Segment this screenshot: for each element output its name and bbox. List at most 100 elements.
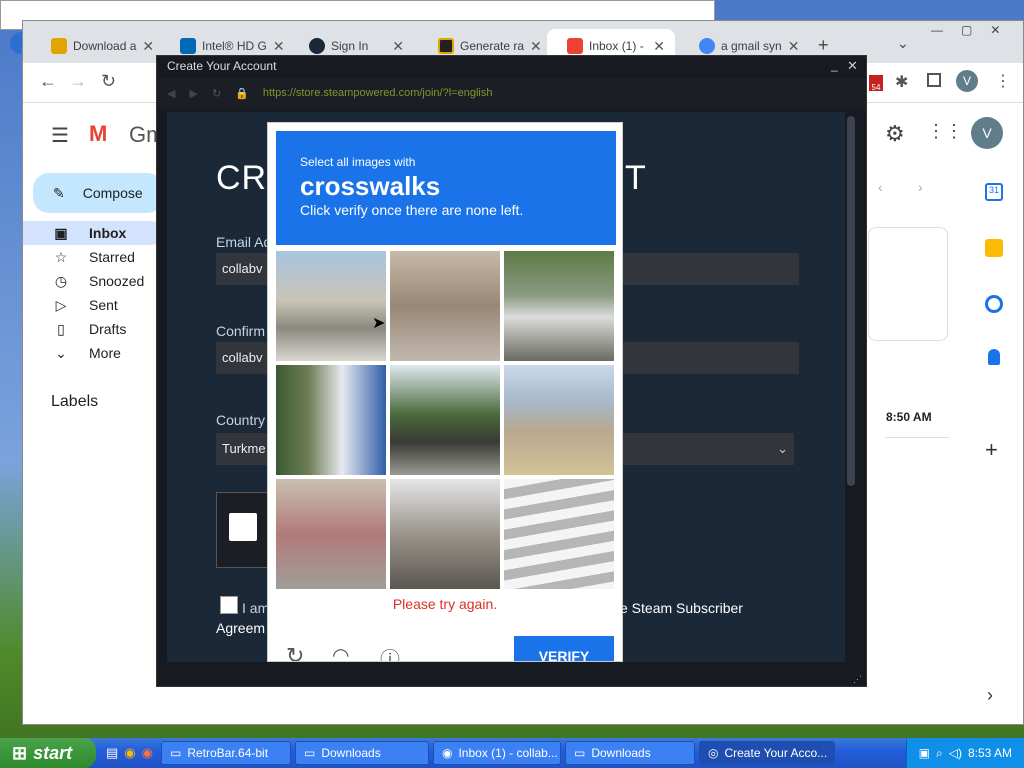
captcha-error: Please try again. bbox=[392, 596, 498, 612]
minimize-icon[interactable]: — bbox=[931, 23, 943, 37]
tray-clock[interactable]: 8:53 AM bbox=[968, 746, 1012, 760]
new-tab-button[interactable]: + bbox=[818, 35, 829, 56]
verify-button[interactable]: VERIFY bbox=[514, 636, 614, 661]
confirm-email-value: collabv bbox=[222, 350, 263, 365]
resize-grip-icon[interactable]: ⋰ bbox=[853, 674, 862, 685]
nav-more[interactable]: ⌄ More bbox=[23, 341, 163, 365]
menu-dots-icon[interactable]: ⋮ bbox=[995, 71, 1011, 91]
prev-page-icon[interactable]: ‹ bbox=[878, 179, 883, 195]
nav-snoozed[interactable]: ◷ Snoozed bbox=[23, 269, 163, 293]
captcha-tile-6[interactable] bbox=[504, 365, 614, 475]
nav-starred[interactable]: ☆ Starred bbox=[23, 245, 163, 269]
tab-download[interactable]: Download a ✕ bbox=[31, 29, 156, 63]
contacts-icon[interactable] bbox=[988, 349, 1000, 365]
lock-icon: 🔒 bbox=[235, 87, 249, 100]
close-tab-icon[interactable]: ✕ bbox=[788, 38, 800, 55]
captcha-subtext: Click verify once there are none left. bbox=[300, 202, 524, 218]
captcha-tile-9[interactable] bbox=[504, 479, 614, 589]
nav-label: Drafts bbox=[89, 321, 127, 337]
keep-icon[interactable] bbox=[985, 239, 1003, 257]
steam-close-icon[interactable]: ✕ bbox=[847, 58, 858, 74]
next-page-icon[interactable]: › bbox=[918, 179, 923, 195]
tasks-icon[interactable] bbox=[985, 295, 1003, 313]
steam-reload-icon[interactable]: ↻ bbox=[212, 87, 221, 100]
taskbar-item-inbox[interactable]: ◉ Inbox (1) - collab... bbox=[432, 741, 561, 765]
taskbar-label: Downloads bbox=[591, 746, 651, 760]
close-tab-icon[interactable]: ✕ bbox=[653, 38, 665, 55]
gmail-logo-icon[interactable]: M bbox=[89, 121, 107, 147]
agree-checkbox[interactable] bbox=[220, 596, 238, 614]
account-avatar[interactable]: V bbox=[971, 117, 1003, 149]
captcha-tile-3[interactable] bbox=[504, 251, 614, 361]
taskbar-item-retrobar[interactable]: ▭ RetroBar.64-bit bbox=[160, 741, 291, 765]
pencil-icon: ✎ bbox=[53, 184, 65, 201]
close-tab-icon[interactable]: ✕ bbox=[142, 38, 154, 55]
divider bbox=[885, 437, 949, 438]
compose-button[interactable]: ✎ Compose bbox=[33, 173, 163, 213]
tray-search-icon[interactable]: ⌕ bbox=[936, 746, 943, 761]
add-addon-icon[interactable]: + bbox=[985, 437, 998, 463]
quicklaunch-explorer-icon[interactable]: ▤ bbox=[106, 745, 118, 761]
puzzle-icon[interactable]: ✱ bbox=[895, 72, 908, 92]
nav-label: Inbox bbox=[89, 225, 127, 241]
captcha-tile-4[interactable] bbox=[276, 365, 386, 475]
captcha-tile-8[interactable] bbox=[390, 479, 500, 589]
taskbar-item-downloads-2[interactable]: ▭ Downloads bbox=[564, 741, 695, 765]
maximize-icon[interactable]: ▢ bbox=[961, 23, 972, 37]
tab-label: Inbox (1) - bbox=[589, 39, 644, 53]
sidepanel-icon[interactable] bbox=[927, 73, 941, 87]
apps-grid-icon[interactable]: ⋮⋮ bbox=[927, 121, 963, 142]
close-tab-icon[interactable]: ✕ bbox=[392, 38, 404, 55]
tab-favicon bbox=[309, 38, 325, 54]
taskbar-label: Create Your Acco... bbox=[724, 746, 828, 760]
captcha-tile-5[interactable] bbox=[390, 365, 500, 475]
extension-badge-icon[interactable]: 54 bbox=[869, 75, 883, 92]
steam-back-icon[interactable]: ◀ bbox=[167, 87, 175, 100]
forward-icon[interactable]: → bbox=[69, 71, 87, 92]
close-icon[interactable]: ✕ bbox=[990, 23, 1000, 37]
steam-forward-icon[interactable]: ▶ bbox=[189, 87, 197, 100]
taskbar: ⊞ start ▤ ◉ ◉ ▭ RetroBar.64-bit ▭ Downloads… bbox=[0, 738, 1024, 768]
captcha-tile-2[interactable] bbox=[390, 251, 500, 361]
tab-favicon bbox=[699, 38, 715, 54]
quicklaunch-chrome-icon[interactable]: ◉ bbox=[124, 745, 135, 761]
chevron-down-icon: ⌄ bbox=[777, 441, 788, 456]
steam-minimize-icon[interactable]: _ bbox=[831, 58, 838, 72]
nav-sent[interactable]: ▷ Sent bbox=[23, 293, 163, 317]
reload-challenge-icon[interactable]: ↻ bbox=[286, 643, 304, 661]
nav-drafts[interactable]: ▯ Drafts bbox=[23, 317, 163, 341]
agree-text-line2: Agreem bbox=[216, 620, 266, 636]
quicklaunch-firefox-icon[interactable]: ◉ bbox=[142, 745, 153, 761]
mouse-cursor-icon: ➤ bbox=[372, 315, 386, 332]
recaptcha-checkbox[interactable] bbox=[229, 513, 257, 541]
tray-volume-icon[interactable]: ◁) bbox=[949, 746, 962, 760]
back-icon[interactable]: ← bbox=[39, 71, 57, 92]
taskbar-item-steam[interactable]: ◎ Create Your Acco... bbox=[698, 741, 835, 765]
close-tab-icon[interactable]: ✕ bbox=[530, 38, 542, 55]
steam-url-text: https://store.steampowered.com/join/?l=e… bbox=[262, 87, 493, 99]
steam-scrollbar[interactable] bbox=[847, 116, 855, 486]
close-tab-icon[interactable]: ✕ bbox=[273, 38, 285, 55]
audio-challenge-icon[interactable]: ◠ bbox=[332, 643, 349, 661]
nav-label: Sent bbox=[89, 297, 118, 313]
tab-search-icon[interactable]: ⌄ bbox=[897, 35, 909, 52]
tab-label: Sign In bbox=[331, 39, 369, 53]
start-button[interactable]: ⊞ start bbox=[0, 738, 96, 768]
captcha-tile-7[interactable] bbox=[276, 479, 386, 589]
info-icon[interactable]: ⓘ bbox=[380, 643, 400, 661]
folder-icon: ▭ bbox=[303, 746, 316, 760]
settings-gear-icon[interactable]: ⚙ bbox=[885, 121, 905, 147]
tray-network-icon[interactable]: ▣ bbox=[919, 746, 930, 760]
taskbar-item-downloads-1[interactable]: ▭ Downloads bbox=[294, 741, 429, 765]
captcha-keyword: crosswalks bbox=[300, 171, 441, 201]
profile-avatar[interactable]: V bbox=[956, 70, 978, 92]
draft-icon: ▯ bbox=[57, 320, 65, 337]
expand-panel-icon[interactable]: › bbox=[987, 685, 993, 706]
nav-inbox[interactable]: ▣ Inbox bbox=[23, 221, 163, 245]
tab-favicon bbox=[180, 38, 196, 54]
email-value: collabv bbox=[222, 261, 263, 276]
calendar-icon[interactable]: 31 bbox=[985, 183, 1003, 201]
captcha-tile-1[interactable] bbox=[276, 251, 386, 361]
reload-icon[interactable]: ↻ bbox=[101, 71, 116, 92]
hamburger-icon[interactable]: ☰ bbox=[51, 123, 69, 148]
